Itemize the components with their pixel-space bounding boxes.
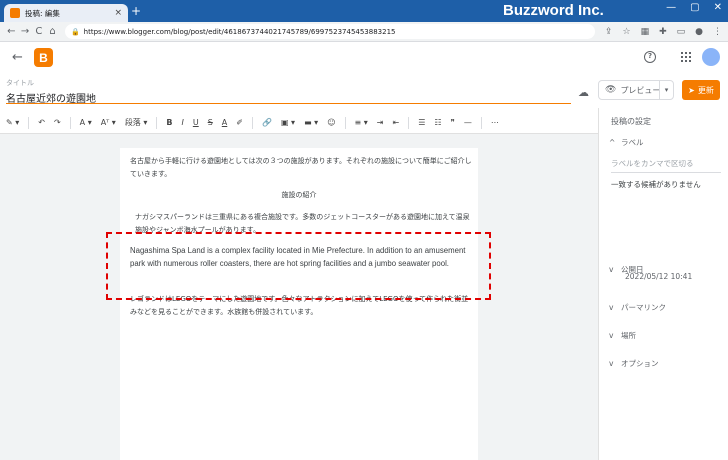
image-icon[interactable]: ▣ ▾ xyxy=(281,118,295,127)
maximize-icon[interactable]: ▢ xyxy=(690,2,699,13)
cloud-sync-icon: ☁ xyxy=(578,86,589,99)
preview-dropdown-icon[interactable]: ▾ xyxy=(659,81,673,99)
tab-title: 投稿: 編集 xyxy=(25,8,60,18)
location-section-toggle[interactable]: v 場所 xyxy=(609,330,636,341)
minimize-icon[interactable]: — xyxy=(666,2,676,13)
logo-letter: B xyxy=(39,50,48,65)
extension-icon[interactable]: ▦ xyxy=(641,27,650,37)
apps-grid-icon[interactable] xyxy=(681,52,691,62)
labels-section-toggle[interactable]: ^ ラベル xyxy=(609,137,644,148)
preview-label: プレビュー xyxy=(620,85,661,95)
close-tab-icon[interactable]: × xyxy=(114,8,122,18)
labels-input[interactable]: ラベルをカンマで区切る xyxy=(611,158,721,173)
post-title-input[interactable]: 名古屋近郊の遊園地 xyxy=(6,90,571,105)
text-color-icon[interactable]: A xyxy=(222,118,227,127)
link-icon[interactable]: 🔗 xyxy=(262,118,272,127)
lock-icon: 🔒 xyxy=(70,27,80,36)
address-bar[interactable]: 🔒 https://www.blogger.com/blog/post/edit… xyxy=(64,24,595,39)
blogger-logo[interactable]: B xyxy=(34,48,53,67)
bookmark-star-icon[interactable]: ☆ xyxy=(622,27,630,37)
font-size-dropdown[interactable]: Aᵀ ▾ xyxy=(101,118,116,127)
undo-icon[interactable]: ↶ xyxy=(38,118,45,127)
options-heading: オプション xyxy=(621,359,659,368)
redo-icon[interactable]: ↷ xyxy=(54,118,61,127)
help-icon[interactable]: ? xyxy=(644,51,656,63)
italic-icon[interactable]: I xyxy=(181,118,183,127)
new-tab-button[interactable]: + xyxy=(131,4,141,18)
labels-heading: ラベル xyxy=(621,138,644,147)
outdent-icon[interactable]: ⇤ xyxy=(393,118,400,127)
horizontal-rule-icon[interactable]: — xyxy=(464,118,472,127)
update-button[interactable]: ➤ 更新 xyxy=(682,80,720,100)
eye-icon: 👁 xyxy=(605,85,617,95)
chevron-down-icon: v xyxy=(609,265,614,274)
strikethrough-icon[interactable]: S xyxy=(208,118,213,127)
paragraph-style-dropdown[interactable]: 段落 ▾ xyxy=(125,117,148,128)
emoji-icon[interactable]: ☺ xyxy=(327,118,335,127)
menu-icon[interactable]: ⋮ xyxy=(713,27,722,37)
bulleted-list-icon[interactable]: ☰ xyxy=(418,118,425,127)
numbered-list-icon[interactable]: ☷ xyxy=(434,118,441,127)
brand-watermark: Buzzword Inc. xyxy=(503,2,604,19)
update-label: 更新 xyxy=(697,85,714,95)
font-family-dropdown[interactable]: A ▾ xyxy=(80,118,92,127)
home-button[interactable]: ⌂ xyxy=(47,26,58,37)
browser-toolbar: ← → C ⌂ 🔒 https://www.blogger.com/blog/p… xyxy=(0,22,728,42)
sidepanel-icon[interactable]: ▭ xyxy=(677,27,686,37)
editor-toolbar: ✎ ▾ ↶ ↷ A ▾ Aᵀ ▾ 段落 ▾ B I U S A ✐ 🔗 ▣ ▾ … xyxy=(0,112,598,134)
more-options-icon[interactable]: ⋯ xyxy=(491,118,499,127)
highlight-icon[interactable]: ✐ xyxy=(236,118,243,127)
indent-icon[interactable]: ⇥ xyxy=(377,118,384,127)
permalink-heading: パーマリンク xyxy=(621,303,666,312)
close-window-icon[interactable]: ✕ xyxy=(714,2,722,13)
quote-icon[interactable]: ❞ xyxy=(451,118,455,127)
back-arrow-icon[interactable]: ← xyxy=(12,50,23,65)
chevron-up-icon: ^ xyxy=(609,138,616,147)
blogger-favicon-icon xyxy=(10,8,20,18)
preview-button[interactable]: 👁 プレビュー ▾ xyxy=(598,80,674,100)
url-text: https://www.blogger.com/blog/post/edit/4… xyxy=(83,27,396,36)
video-icon[interactable]: ▬ ▾ xyxy=(304,118,318,127)
post-settings-heading: 投稿の設定 xyxy=(611,117,651,126)
annotation-highlight-box xyxy=(106,232,491,300)
window-controls: — ▢ ✕ xyxy=(666,2,722,13)
pen-mode-icon[interactable]: ✎ ▾ xyxy=(6,118,19,127)
section-heading[interactable]: 施設の紹介 xyxy=(120,190,478,200)
published-date: 2022/05/12 10:41 xyxy=(625,272,693,281)
blogger-header: ← B ? xyxy=(0,42,728,74)
reload-button[interactable]: C xyxy=(33,26,44,37)
share-icon[interactable]: ⇪ xyxy=(605,27,613,37)
no-match-message: 一致する候補がありません xyxy=(611,180,701,189)
chevron-down-icon: v xyxy=(609,331,614,340)
align-dropdown[interactable]: ≡ ▾ xyxy=(355,118,368,127)
puzzle-icon[interactable]: ✚ xyxy=(659,27,667,37)
underline-icon[interactable]: U xyxy=(193,118,199,127)
browser-tab[interactable]: 投稿: 編集 × xyxy=(4,4,128,22)
permalink-section-toggle[interactable]: v パーマリンク xyxy=(609,302,666,313)
paragraph-intro[interactable]: 名古屋から手軽に行ける遊園地としては次の３つの施設があります。それぞれの施設につ… xyxy=(130,155,475,180)
post-settings-panel: 投稿の設定 ^ ラベル ラベルをカンマで区切る 一致する候補がありません v 公開日… xyxy=(598,108,728,460)
browser-tab-bar: 投稿: 編集 × + Buzzword Inc. — ▢ ✕ xyxy=(0,0,728,22)
title-label: タイトル xyxy=(6,79,34,87)
send-icon: ➤ xyxy=(688,85,695,95)
location-heading: 場所 xyxy=(621,331,636,340)
options-section-toggle[interactable]: v オプション xyxy=(609,358,659,369)
chevron-down-icon: v xyxy=(609,359,614,368)
back-button[interactable]: ← xyxy=(6,26,17,37)
forward-button[interactable]: → xyxy=(20,26,31,37)
chevron-down-icon: v xyxy=(609,303,614,312)
profile-icon[interactable]: ● xyxy=(695,27,703,37)
bold-icon[interactable]: B xyxy=(166,118,172,127)
avatar[interactable] xyxy=(702,48,720,66)
